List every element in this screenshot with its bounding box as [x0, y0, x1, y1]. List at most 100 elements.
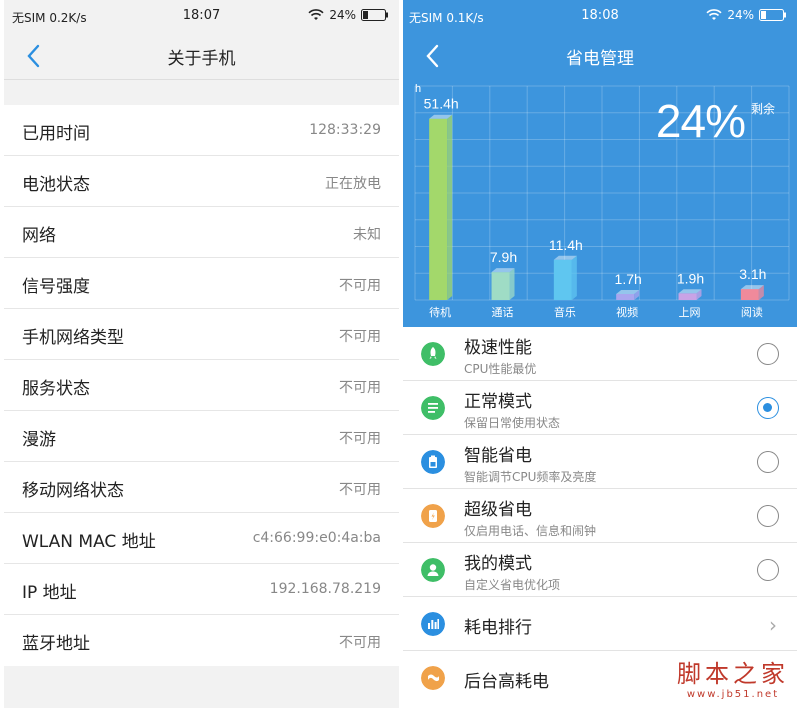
row-label: 蓝牙地址	[22, 634, 90, 654]
mode-item-performance[interactable]: 极速性能 CPU性能最优	[403, 327, 797, 381]
row-label: IP 地址	[22, 583, 77, 603]
category-label: 通话	[492, 306, 514, 319]
power-ranking-item[interactable]: 耗电排行 ›	[403, 597, 797, 651]
bar	[491, 272, 510, 300]
list-item: 已用时间 128:33:29	[4, 105, 399, 156]
row-value: 不可用	[339, 431, 381, 447]
list-item: 电池状态 正在放电	[4, 156, 399, 207]
row-label: 信号强度	[22, 277, 90, 297]
battery-percent: 24%	[727, 8, 754, 22]
list-item: 信号强度 不可用	[4, 258, 399, 309]
battery-percent: 24%	[329, 8, 356, 22]
battery-remaining-label: 剩余	[750, 102, 775, 116]
data-label: 1.9h	[677, 270, 704, 286]
status-bar: 无SIM 0.1K/s 18:08 24%	[403, 0, 797, 32]
watermark-url: www.jb51.net	[686, 689, 780, 700]
row-label: WLAN MAC 地址	[22, 532, 156, 552]
row-label: 手机网络类型	[22, 328, 124, 348]
row-label: 网络	[22, 226, 56, 246]
y-axis-label: h	[415, 83, 421, 95]
row-value: 不可用	[339, 380, 381, 396]
battery-icon	[361, 9, 388, 21]
category-label: 音乐	[554, 305, 576, 319]
row-label: 移动网络状态	[22, 481, 124, 501]
data-label: 7.9h	[490, 249, 517, 265]
mode-radio[interactable]	[757, 559, 779, 581]
category-label: 待机	[429, 305, 451, 319]
list-item: 漫游 不可用	[4, 411, 399, 462]
mode-item-super-saver[interactable]: 超级省电 仅启用电话、信息和闹钟	[403, 489, 797, 543]
mode-radio[interactable]	[757, 505, 779, 527]
item-title: 耗电排行	[464, 618, 532, 638]
mode-item-custom[interactable]: 我的模式 自定义省电优化项	[403, 543, 797, 597]
battery-icon	[759, 9, 786, 21]
row-value: 不可用	[339, 278, 381, 294]
background-icon	[421, 666, 445, 690]
row-value: 不可用	[339, 635, 381, 651]
data-label: 11.4h	[549, 237, 583, 253]
mode-desc: 保留日常使用状态	[464, 416, 561, 430]
mode-desc: 自定义省电优化项	[464, 578, 561, 592]
nav-bar: 关于手机	[4, 32, 399, 80]
mode-title: 极速性能	[464, 338, 532, 358]
list-item: 移动网络状态 不可用	[4, 462, 399, 513]
about-phone-screen: 无SIM 0.2K/s 18:07 24% 关于手机 已用时间 128:33:2…	[4, 0, 399, 708]
mode-desc: 仅启用电话、信息和闹钟	[464, 524, 597, 538]
mode-desc: CPU性能最优	[464, 362, 537, 376]
row-label: 已用时间	[22, 124, 90, 144]
status-bar: 无SIM 0.2K/s 18:07 24%	[4, 0, 399, 32]
row-value: 不可用	[339, 329, 381, 345]
list-item: 蓝牙地址 不可用	[4, 615, 399, 666]
page-title: 关于手机	[167, 49, 236, 69]
mode-item-normal[interactable]: 正常模式 保留日常使用状态	[403, 381, 797, 435]
page-title: 省电管理	[566, 49, 634, 69]
list-item: 服务状态 不可用	[4, 360, 399, 411]
rocket-icon	[421, 342, 445, 366]
chevron-right-icon: ›	[769, 613, 777, 637]
mode-radio-selected[interactable]	[757, 397, 779, 419]
battery-icon	[421, 450, 445, 474]
header-panel: 无SIM 0.1K/s 18:08 24% 省电管理 h 51.4h 待机 7.…	[403, 0, 797, 327]
bar-chart-icon	[421, 612, 445, 636]
list-item: IP 地址 192.168.78.219	[4, 564, 399, 615]
list-item: 手机网络类型 不可用	[4, 309, 399, 360]
bar-side	[509, 268, 515, 300]
data-label: 51.4h	[424, 96, 459, 112]
save-icon	[421, 504, 445, 528]
battery-remaining-percent: 24%	[655, 95, 746, 147]
power-mode-list: 极速性能 CPU性能最优 正常模式 保留日常使用状态 智能省电 智能调节CPU频…	[403, 327, 797, 705]
list-item: WLAN MAC 地址 c4:66:99:e0:4a:ba	[4, 513, 399, 564]
row-label: 服务状态	[22, 379, 90, 399]
wifi-icon	[706, 9, 722, 20]
row-value: 128:33:29	[309, 122, 381, 138]
category-label: 视频	[616, 305, 638, 319]
mode-item-smart[interactable]: 智能省电 智能调节CPU频率及亮度	[403, 435, 797, 489]
bar	[553, 259, 572, 300]
bar	[678, 293, 697, 300]
list-icon	[421, 396, 445, 420]
mode-title: 我的模式	[464, 554, 532, 574]
row-value: 192.168.78.219	[269, 581, 381, 597]
wifi-icon	[308, 9, 324, 20]
bar	[740, 289, 759, 300]
mode-radio[interactable]	[757, 343, 779, 365]
watermark-title: 脚本之家	[677, 660, 789, 688]
row-value: 不可用	[339, 482, 381, 498]
watermark-logo: 脚本之家 www.jb51.net	[677, 654, 789, 700]
mode-radio[interactable]	[757, 451, 779, 473]
bar	[616, 294, 635, 300]
mode-title: 智能省电	[464, 446, 532, 466]
category-label: 阅读	[741, 305, 763, 319]
list-item: 网络 未知	[4, 207, 399, 258]
item-title: 后台高耗电	[464, 672, 549, 692]
mode-desc: 智能调节CPU频率及亮度	[464, 470, 597, 484]
category-label: 上网	[679, 306, 701, 319]
row-label: 电池状态	[22, 175, 90, 195]
mode-title: 正常模式	[464, 392, 532, 412]
user-icon	[421, 558, 445, 582]
nav-bar: 省电管理	[403, 32, 797, 78]
bar-side	[447, 114, 453, 300]
data-label: 3.1h	[739, 266, 766, 282]
row-label: 漫游	[22, 430, 56, 450]
data-label: 1.7h	[615, 271, 642, 287]
